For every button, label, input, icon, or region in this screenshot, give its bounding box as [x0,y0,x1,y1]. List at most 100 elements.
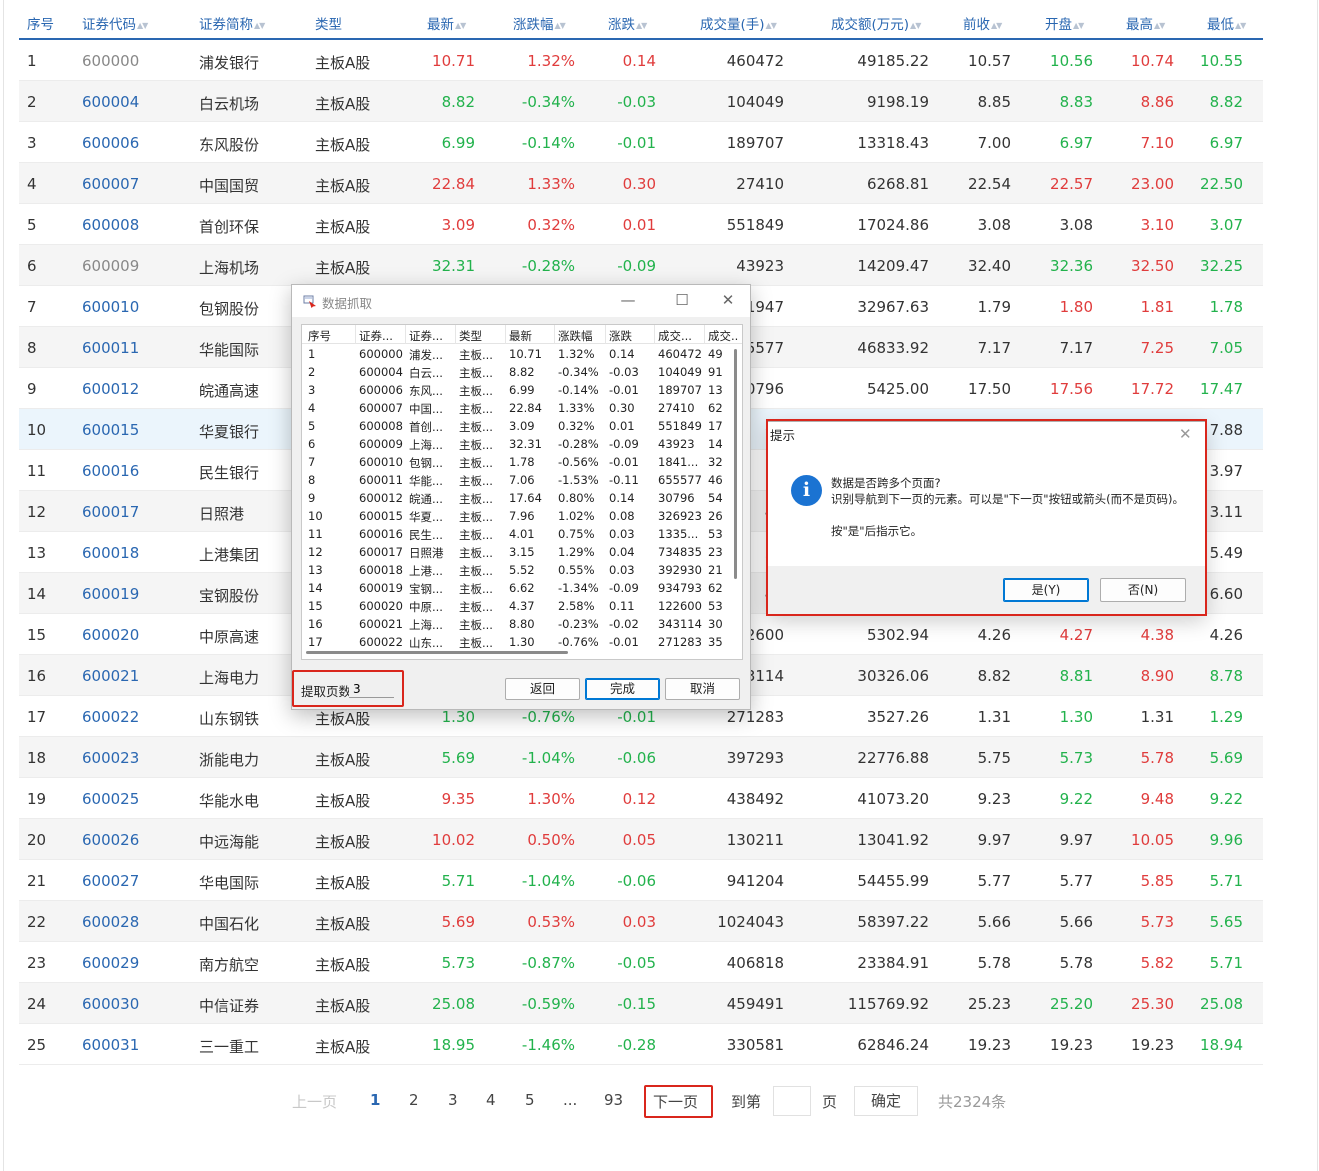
grid-row[interactable]: 5 600008 首创... 主板... 3.09 0.32% 0.01 551849 17 [302,417,742,435]
cell-col-code[interactable]: 600030 [82,995,139,1013]
close-button[interactable]: ✕ [715,289,741,313]
page-number[interactable]: 3 [448,1091,458,1109]
cell-col-code[interactable]: 600022 [82,708,139,726]
grid-column-separator[interactable] [654,325,655,344]
table-row[interactable]: 5 600008 首创环保 主板A股 3.09 0.32% 0.01 551849 17024.… [19,204,1263,245]
cell-col-code[interactable]: 600031 [82,1036,139,1054]
grid-row[interactable]: 11 600016 民生... 主板... 4.01 0.75% 0.03 1335... 53 [302,525,742,543]
grid-row[interactable]: 12 600017 日照港 主板... 3.15 1.29% 0.04 734835 23 [302,543,742,561]
cell-col-code[interactable]: 600008 [82,216,139,234]
grid-row[interactable]: 8 600011 华能... 主板... 7.06 -1.53% -0.11 655577 46 [302,471,742,489]
header-col-change[interactable]: 涨跌▲▼ [608,13,647,33]
extracted-data-grid[interactable]: 序号证券...证券...类型最新涨跌幅涨跌成交...成交... 1600000浦… [301,324,743,660]
table-row[interactable]: 21 600027 华电国际 主板A股 5.71 -1.04% -0.06 941204 544… [19,860,1263,901]
cell-col-code[interactable]: 600011 [82,339,139,357]
grid-row[interactable]: 6 600009 上海... 主板... 32.31 -0.28% -0.09 43923 14 [302,435,742,453]
header-col-name[interactable]: 证券简称▲▼ [199,13,265,33]
cell-col-code[interactable]: 600019 [82,585,139,603]
grid-row[interactable]: 3 600006 东风... 主板... 6.99 -0.14% -0.01 189707 13 [302,381,742,399]
cell-col-code[interactable]: 600004 [82,93,139,111]
grid-row[interactable]: 13 600018 上港... 主板... 5.52 0.55% 0.03 392930 21 [302,561,742,579]
grid-row[interactable]: 4 600007 中国... 主板... 22.84 1.33% 0.30 27410 62 [302,399,742,417]
header-col-prevclose[interactable]: 前收▲▼ [963,13,1002,33]
dialog-close-button[interactable]: ✕ [1179,425,1192,443]
grid-header-cell[interactable]: 证券... [359,328,407,344]
sort-arrows-icon[interactable]: ▲▼ [766,21,777,30]
sort-arrows-icon[interactable]: ▲▼ [1235,21,1246,30]
grid-header-cell[interactable]: 最新 [509,328,557,344]
table-row[interactable]: 6 600009 上海机场 主板A股 32.31 -0.28% -0.09 43923 1420… [19,245,1263,286]
grid-header-cell[interactable]: 成交... [708,328,738,344]
goto-page-input[interactable] [773,1086,811,1116]
cell-col-code[interactable]: 600017 [82,503,139,521]
grid-row[interactable]: 9 600012 皖通... 主板... 17.64 0.80% 0.14 30796 54 [302,489,742,507]
sort-arrows-icon[interactable]: ▲▼ [1154,21,1165,30]
page-number[interactable]: 4 [486,1091,496,1109]
cell-col-code[interactable]: 600023 [82,749,139,767]
cell-col-code[interactable]: 600020 [82,626,139,644]
header-col-code[interactable]: 证券代码▲▼ [82,13,148,33]
goto-confirm-button[interactable]: 确定 [854,1086,918,1116]
table-row[interactable]: 3 600006 东风股份 主板A股 6.99 -0.14% -0.01 189707 1331… [19,122,1263,163]
no-button[interactable]: 否(N) [1100,578,1186,602]
cell-col-code[interactable]: 600018 [82,544,139,562]
yes-button[interactable]: 是(Y) [1003,578,1089,602]
cell-col-code[interactable]: 600007 [82,175,139,193]
grid-row[interactable]: 2 600004 白云... 主板... 8.82 -0.34% -0.03 104049 91 [302,363,742,381]
grid-column-separator[interactable] [405,325,406,344]
grid-row[interactable]: 17 600022 山东... 主板... 1.30 -0.76% -0.01 271283 3… [302,633,742,651]
header-col-volume[interactable]: 成交量(手)▲▼ [700,13,777,33]
grid-row[interactable]: 10 600015 华夏... 主板... 7.96 1.02% 0.08 326923 26 [302,507,742,525]
pages-input[interactable] [349,680,394,698]
grid-row[interactable]: 15 600020 中原... 主板... 4.37 2.58% 0.11 122600 53 [302,597,742,615]
page-number[interactable]: 2 [409,1091,419,1109]
back-button[interactable]: 返回 [505,678,580,700]
grid-column-separator[interactable] [455,325,456,344]
sort-arrows-icon[interactable]: ▲▼ [1073,21,1084,30]
sort-arrows-icon[interactable]: ▲▼ [636,21,647,30]
table-row[interactable]: 1 600000 浦发银行 主板A股 10.71 1.32% 0.14 460472 49185… [19,40,1263,81]
prev-page-button[interactable]: 上一页 [292,1091,337,1112]
grid-header-cell[interactable]: 序号 [308,328,356,344]
horizontal-scrollbar[interactable] [306,651,568,654]
grid-column-separator[interactable] [355,325,356,344]
header-col-open[interactable]: 开盘▲▼ [1045,13,1084,33]
page-number[interactable]: 1 [370,1091,380,1109]
grid-header-cell[interactable]: 涨跌 [609,328,657,344]
sort-arrows-icon[interactable]: ▲▼ [555,21,566,30]
sort-arrows-icon[interactable]: ▲▼ [254,21,265,30]
sort-arrows-icon[interactable]: ▲▼ [991,21,1002,30]
cell-col-code[interactable]: 600026 [82,831,139,849]
next-page-button[interactable]: 下一页 [653,1091,698,1112]
header-col-latest[interactable]: 最新▲▼ [427,13,466,33]
cell-col-code[interactable]: 600015 [82,421,139,439]
maximize-button[interactable]: ☐ [669,289,695,313]
cell-col-code[interactable]: 600025 [82,790,139,808]
grid-header-cell[interactable]: 类型 [459,328,507,344]
minimize-button[interactable]: — [615,289,641,313]
sort-arrows-icon[interactable]: ▲▼ [455,21,466,30]
cell-col-code[interactable]: 600021 [82,667,139,685]
header-col-high[interactable]: 最高▲▼ [1126,13,1165,33]
grid-header-cell[interactable]: 涨跌幅 [558,328,606,344]
cell-col-code[interactable]: 600010 [82,298,139,316]
cell-col-code[interactable]: 600028 [82,913,139,931]
table-row[interactable]: 19 600025 华能水电 主板A股 9.35 1.30% 0.12 438492 41073… [19,778,1263,819]
grid-row[interactable]: 14 600019 宝钢... 主板... 6.62 -1.34% -0.09 934793 6… [302,579,742,597]
table-row[interactable]: 18 600023 浙能电力 主板A股 5.69 -1.04% -0.06 397293 227… [19,737,1263,778]
grid-column-separator[interactable] [505,325,506,344]
grid-column-separator[interactable] [554,325,555,344]
grid-row[interactable]: 7 600010 包钢... 主板... 1.78 -0.56% -0.01 1841... 3… [302,453,742,471]
table-row[interactable]: 25 600031 三一重工 主板A股 18.95 -1.46% -0.28 330581 62… [19,1024,1263,1065]
page-number[interactable]: 93 [604,1091,623,1109]
table-row[interactable]: 22 600028 中国石化 主板A股 5.69 0.53% 0.03 1024043 5839… [19,901,1263,942]
cell-col-code[interactable]: 600012 [82,380,139,398]
table-row[interactable]: 24 600030 中信证券 主板A股 25.08 -0.59% -0.15 459491 11… [19,983,1263,1024]
cell-col-code[interactable]: 600000 [82,52,139,70]
header-col-pct[interactable]: 涨跌幅▲▼ [513,13,566,33]
sort-arrows-icon[interactable]: ▲▼ [137,21,148,30]
page-number[interactable]: 5 [525,1091,535,1109]
table-row[interactable]: 2 600004 白云机场 主板A股 8.82 -0.34% -0.03 104049 9198… [19,81,1263,122]
cell-col-code[interactable]: 600016 [82,462,139,480]
grid-header-cell[interactable]: 成交... [658,328,706,344]
